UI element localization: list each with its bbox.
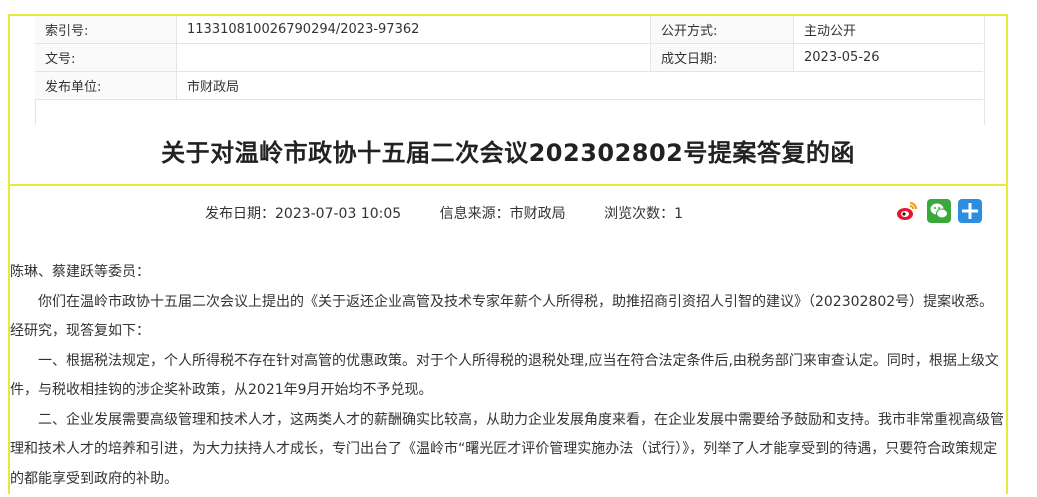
paragraph: 一、根据税法规定，个人所得税不存在针对高管的优惠政策。对于个人所得税的退税处理,… [10,352,999,399]
paragraph: 二、企业发展需要高级管理和技术人才，这两类人才的薪酬确实比较高，从助力企业发展角… [10,411,1004,487]
article-body: 陈琳、蔡建跃等委员： 你们在温岭市政协十五届二次会议上提出的《关于返还企业高管及… [10,258,1004,494]
meta-row: 索引号: 113310810026790294/2023-97362 公开方式:… [35,16,983,44]
open-value: 主动公开 [793,16,983,44]
share-plus-icon[interactable] [958,199,982,223]
index-value: 113310810026790294/2023-97362 [176,16,651,44]
date-value: 2023-05-26 [793,43,983,72]
paragraph: 你们在温岭市政协十五届二次会议上提出的《关于返还企业高管及技术专家年薪个人所得税… [10,293,994,340]
article-info: 发布日期：2023-07-03 10:05 信息来源：市财政局 浏览次数：1 [205,203,717,223]
greeting: 陈琳、蔡建跃等委员： [10,264,150,280]
meta-table: 索引号: 113310810026790294/2023-97362 公开方式:… [35,16,983,100]
wechat-icon[interactable] [927,199,951,223]
unit-label: 发布单位: [35,71,177,100]
unit-value: 市财政局 [176,71,983,100]
info-source: 信息来源：市财政局 [439,206,566,222]
open-label: 公开方式: [650,16,794,44]
meta-row: 发布单位: 市财政局 [35,71,983,100]
date-label: 成文日期: [650,43,794,72]
view-count: 浏览次数：1 [604,206,683,222]
page-title: 关于对温岭市政协十五届二次会议202302802号提案答复的函 [161,139,855,167]
doc-value [176,43,651,72]
index-label: 索引号: [35,16,177,44]
title-divider [10,184,1006,186]
meta-row: 文号: 成文日期: 2023-05-26 [35,43,983,72]
weibo-icon[interactable] [895,199,919,223]
doc-label: 文号: [35,43,177,72]
publish-date: 发布日期：2023-07-03 10:05 [205,206,402,222]
